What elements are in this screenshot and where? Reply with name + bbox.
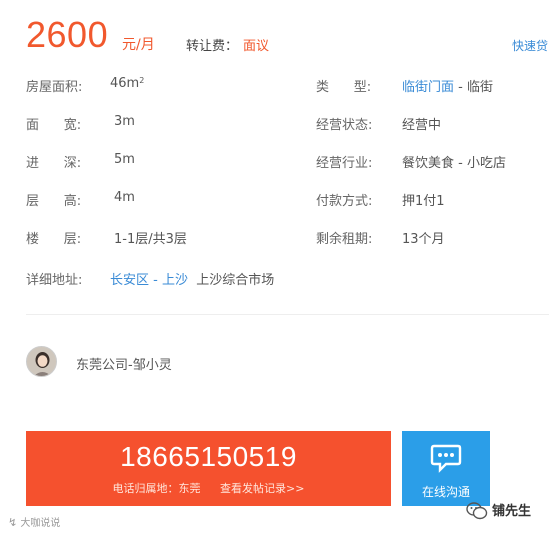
rent-price: 2600	[26, 14, 109, 55]
district-link[interactable]: 长安区	[110, 273, 149, 288]
width-label: 面 宽:	[26, 118, 82, 133]
contact-name[interactable]: 东莞公司-邹小灵	[76, 354, 172, 373]
floor-value: 1-1层/共3层	[114, 232, 187, 247]
wechat-icon	[466, 502, 488, 520]
width-row: 面 宽: 3m	[26, 114, 286, 134]
transfer-fee-value: 面议	[243, 39, 270, 54]
lease-value: 13个月	[402, 232, 445, 247]
status-label: 经营状态:	[316, 118, 373, 133]
price-header: 2600 元/月 转让费： 面议 快速贷	[26, 14, 549, 64]
height-row: 层 高: 4m	[26, 190, 286, 210]
phone-meta: 电话归属地：东莞 查看发帖记录>>	[26, 480, 391, 496]
type-link[interactable]: 临街门面	[402, 80, 454, 95]
type-value: 临街门面 - 临街	[402, 80, 493, 95]
transfer-fee-label: 转让费：	[186, 39, 239, 54]
online-chat-button[interactable]: 在线沟通	[402, 431, 490, 506]
address-detail: 上沙综合市场	[196, 273, 275, 288]
depth-row: 进 深: 5m	[26, 152, 286, 172]
floor-label: 楼 层:	[26, 232, 82, 247]
address-label: 详细地址:	[26, 273, 83, 288]
lease-label: 剩余租期:	[316, 232, 373, 247]
status-value: 经营中	[402, 118, 442, 133]
industry-label: 经营行业:	[316, 156, 373, 171]
watermark-right: 铺先生	[492, 504, 532, 519]
type-row: 类 型: 临街门面 - 临街	[316, 76, 546, 96]
width-value: 3m	[114, 114, 135, 129]
area-row: 房屋面积: 46m2	[26, 76, 286, 96]
height-value: 4m	[114, 190, 135, 205]
phone-number[interactable]: 18665150519	[26, 441, 391, 473]
contact-row: 东莞公司-邹小灵	[26, 346, 549, 378]
chat-bubble-icon	[430, 444, 462, 473]
area-label: 房屋面积:	[26, 80, 83, 95]
payment-label: 付款方式:	[316, 194, 373, 209]
payment-row: 付款方式: 押1付1	[316, 190, 546, 210]
floor-row: 楼 层: 1-1层/共3层	[26, 228, 286, 248]
industry-value: 餐饮美食 - 小吃店	[402, 156, 506, 171]
quick-loan-link[interactable]: 快速贷	[512, 37, 548, 54]
lease-row: 剩余租期: 13个月	[316, 228, 546, 248]
phone-box[interactable]: 18665150519 电话归属地：东莞 查看发帖记录>>	[26, 431, 391, 506]
post-history-link[interactable]: 查看发帖记录>>	[220, 482, 304, 495]
rent-unit: 元/月	[122, 37, 155, 53]
status-row: 经营状态: 经营中	[316, 114, 546, 134]
type-label: 类 型:	[316, 80, 372, 95]
depth-value: 5m	[114, 152, 135, 167]
height-label: 层 高:	[26, 194, 82, 209]
payment-value: 押1付1	[402, 194, 445, 209]
address-value: 长安区 - 上沙 上沙综合市场	[110, 273, 275, 288]
area-value: 46m2	[110, 76, 145, 91]
divider	[26, 314, 549, 315]
chat-label: 在线沟通	[421, 485, 470, 499]
depth-label: 进 深:	[26, 156, 82, 171]
area-link[interactable]: 上沙	[162, 273, 188, 288]
avatar[interactable]	[26, 346, 57, 377]
watermark-left: ↯ 大咖说说	[8, 516, 61, 529]
watermark-logo-icon: ↯	[8, 516, 18, 529]
industry-row: 经营行业: 餐饮美食 - 小吃店	[316, 152, 546, 172]
phone-location: 电话归属地：东莞	[112, 482, 201, 495]
address-row: 详细地址: 长安区 - 上沙 上沙综合市场	[26, 269, 546, 289]
